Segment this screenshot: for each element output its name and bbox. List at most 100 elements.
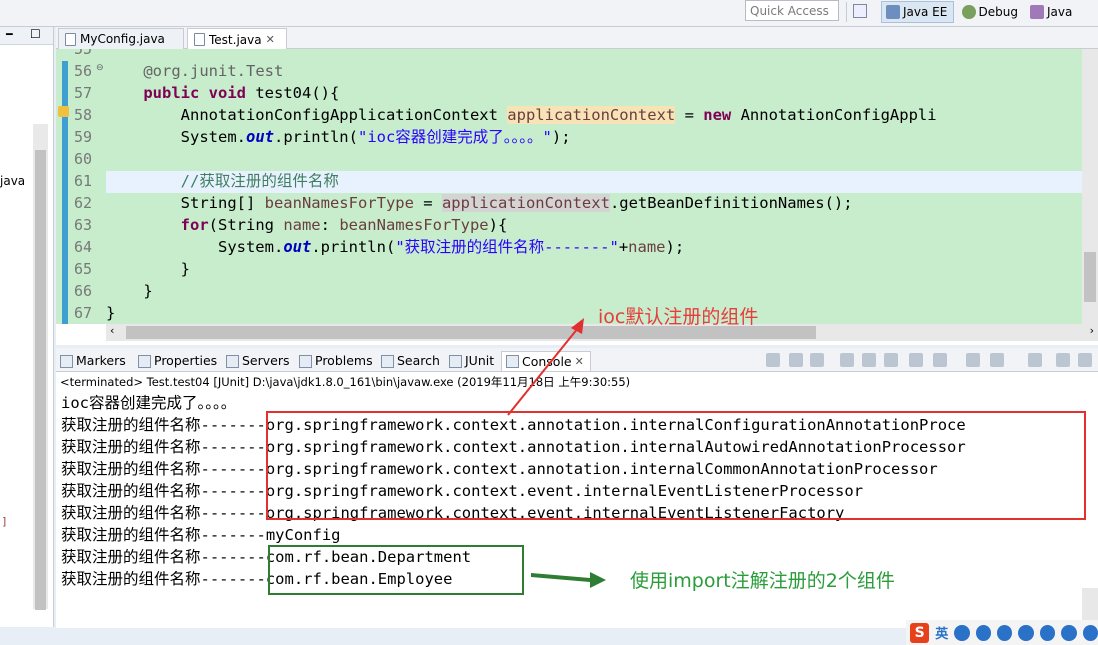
terminate-icon[interactable] bbox=[766, 353, 780, 367]
code-token: } bbox=[106, 304, 116, 322]
code-token: @org.junit. bbox=[143, 62, 246, 80]
word-wrap-icon[interactable] bbox=[884, 353, 898, 367]
left-scrollbar-thumb[interactable] bbox=[35, 150, 46, 610]
code-line[interactable]: //获取注册的组件名称 bbox=[106, 170, 339, 192]
ime-lang[interactable]: 英 bbox=[935, 623, 948, 642]
perspective-java-ee[interactable]: Java EE bbox=[881, 1, 954, 23]
keyboard-icon[interactable] bbox=[1018, 624, 1034, 641]
line-number: 57 bbox=[73, 84, 92, 102]
code-line[interactable]: System.out.println("获取注册的组件名称-------"+na… bbox=[106, 236, 684, 258]
code-line[interactable]: } bbox=[106, 280, 153, 302]
remove-launch-icon[interactable] bbox=[789, 353, 803, 367]
maximize-icon[interactable]: ☐ bbox=[30, 27, 41, 41]
maximize-view-icon[interactable] bbox=[1078, 353, 1092, 367]
code-line[interactable]: @org.junit.Test bbox=[106, 60, 283, 82]
toolbox-icon[interactable] bbox=[1082, 624, 1098, 641]
code-token: ); bbox=[665, 238, 685, 256]
minimize-view-icon[interactable] bbox=[1056, 353, 1070, 367]
code-token: for bbox=[180, 216, 209, 234]
perspective-label: Debug bbox=[978, 5, 1018, 19]
code-token: beanNamesForType bbox=[264, 194, 414, 212]
console-output-line: 获取注册的组件名称-------org.springframework.cont… bbox=[61, 438, 966, 456]
line-number: 62 bbox=[73, 194, 92, 212]
fold-icon[interactable]: ⊖ bbox=[96, 63, 104, 73]
console-output-line: 获取注册的组件名称-------org.springframework.cont… bbox=[61, 504, 845, 522]
display-console-icon[interactable] bbox=[966, 353, 980, 367]
quick-access-input[interactable]: Quick Access bbox=[745, 0, 839, 21]
scroll-right-icon[interactable]: › bbox=[1090, 324, 1094, 337]
code-line[interactable]: } bbox=[106, 302, 115, 324]
code-line[interactable]: AnnotationConfigApplicationContext appli… bbox=[106, 104, 937, 126]
perspective-debug[interactable]: Debug bbox=[958, 1, 1022, 23]
clear-console-icon[interactable] bbox=[840, 353, 854, 367]
code-line[interactable]: } bbox=[106, 258, 190, 280]
open-perspective-icon[interactable] bbox=[853, 4, 867, 18]
scroll-left-icon[interactable]: ‹ bbox=[110, 324, 114, 337]
code-line[interactable]: String[] beanNamesForType = applicationC… bbox=[106, 192, 853, 214]
tab-label: Servers bbox=[242, 353, 290, 368]
close-tab-icon[interactable]: ✕ bbox=[575, 353, 584, 371]
code-token: name bbox=[283, 216, 321, 234]
show-on-output-icon[interactable] bbox=[933, 353, 947, 367]
tab-properties[interactable]: Properties bbox=[138, 351, 217, 371]
close-tab-icon[interactable]: ✕ bbox=[266, 30, 275, 50]
tab-label: Console bbox=[522, 353, 572, 369]
console-output-line: 获取注册的组件名称-------org.springframework.cont… bbox=[61, 460, 938, 478]
code-token: out bbox=[245, 128, 274, 146]
microphone-icon[interactable] bbox=[997, 624, 1013, 641]
code-token: (String bbox=[208, 216, 284, 234]
code-line[interactable]: System.out.println("ioc容器创建完成了。。。。"); bbox=[106, 126, 571, 148]
perspective-java[interactable]: Java bbox=[1026, 1, 1096, 23]
tab-test-java[interactable]: Test.java ✕ bbox=[187, 28, 287, 50]
user-icon[interactable] bbox=[1039, 624, 1056, 641]
tab-label: Test.java bbox=[209, 32, 262, 47]
code-token: AnnotationConfigApplicationContext bbox=[106, 106, 508, 124]
code-line[interactable]: public void test04(){ bbox=[106, 82, 339, 104]
warning-icon[interactable] bbox=[58, 106, 69, 117]
editor-scroll-thumb[interactable] bbox=[1084, 252, 1096, 302]
console-output-line: ioc容器创建完成了。。。。 bbox=[61, 394, 237, 412]
skin-icon[interactable] bbox=[1061, 624, 1077, 641]
open-console-icon[interactable] bbox=[990, 353, 1004, 367]
console-status: <terminated> Test.test04 [JUnit] D:\java… bbox=[60, 375, 631, 389]
markers-icon bbox=[60, 354, 73, 368]
code-token: beanNamesForType bbox=[339, 216, 489, 234]
line-number: 65 bbox=[73, 260, 92, 278]
java-ee-icon bbox=[886, 5, 900, 19]
code-line[interactable]: for(String name: beanNamesForType){ bbox=[106, 214, 508, 236]
pin-console-icon[interactable] bbox=[909, 353, 923, 367]
console-output-line: 获取注册的组件名称-------org.springframework.cont… bbox=[61, 482, 864, 500]
code-token: .println( bbox=[273, 128, 358, 146]
punctuation-icon[interactable] bbox=[954, 624, 970, 641]
emoji-icon[interactable] bbox=[975, 624, 992, 641]
code-token: System. bbox=[106, 128, 246, 146]
tab-label: MyConfig.java bbox=[80, 32, 165, 46]
tab-problems[interactable]: Problems bbox=[299, 351, 373, 371]
tab-console[interactable]: Console ✕ bbox=[501, 351, 591, 371]
tab-label: Search bbox=[397, 353, 440, 368]
tab-myconfig-java[interactable]: MyConfig.java bbox=[58, 28, 184, 49]
tab-search[interactable]: Search bbox=[381, 351, 440, 371]
code-token: } bbox=[106, 282, 153, 300]
tab-servers[interactable]: Servers bbox=[226, 351, 290, 371]
ioc-annotation: ioc默认注册的组件 bbox=[598, 306, 759, 328]
code-token: ); bbox=[551, 128, 571, 146]
servers-icon bbox=[226, 354, 239, 368]
minimize-icon[interactable]: ━ bbox=[6, 28, 13, 41]
left-panel-item[interactable]: java bbox=[0, 174, 25, 188]
tab-junit[interactable]: JUnit bbox=[449, 351, 494, 371]
new-console-icon[interactable] bbox=[1028, 353, 1042, 367]
code-token: out bbox=[283, 238, 312, 256]
tab-label: JUnit bbox=[465, 353, 495, 368]
sogou-logo-icon[interactable]: S bbox=[910, 622, 930, 643]
remove-all-icon[interactable] bbox=[810, 353, 824, 367]
scroll-lock-icon[interactable] bbox=[862, 353, 876, 367]
tab-markers[interactable]: Markers bbox=[60, 351, 126, 371]
change-bar bbox=[62, 61, 68, 324]
code-area[interactable]: 55 56 57 58 59 60 61 62 63 64 65 66 67 ⊖ @org.junit.… bbox=[56, 49, 1082, 324]
editor-tab-bar: MyConfig.java Test.java ✕ bbox=[56, 27, 1098, 50]
ime-toolbar[interactable]: S 英 bbox=[906, 620, 1098, 645]
